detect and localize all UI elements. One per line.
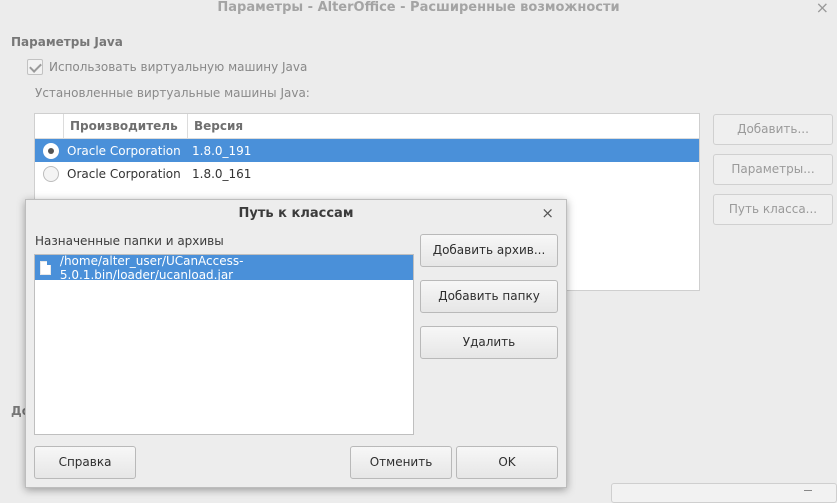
radio-button[interactable]	[43, 165, 59, 182]
jvm-vendor: Oracle Corporation	[67, 166, 181, 181]
installed-jvm-label: Установленные виртуальные машины Java:	[35, 86, 310, 100]
list-item[interactable]: /home/alter_user/UCanAccess-5.0.1.bin/lo…	[35, 253, 413, 282]
column-header-vendor[interactable]: Производитель	[63, 114, 188, 138]
jvm-table-header: Производитель Версия	[35, 114, 699, 139]
class-path-button[interactable]: Путь класса...	[713, 194, 833, 225]
remove-button[interactable]: Удалить	[420, 326, 558, 359]
file-icon	[40, 260, 51, 275]
radio-button[interactable]	[43, 142, 59, 159]
jvm-version: 1.8.0_191	[192, 143, 252, 158]
table-row[interactable]: Oracle Corporation 1.8.0_191	[35, 139, 699, 162]
help-button[interactable]: Справка	[34, 446, 136, 479]
jvm-parameters-button[interactable]: Параметры...	[713, 154, 833, 185]
window-title: Параметры - AlterOffice - Расширенные во…	[217, 0, 620, 15]
class-path-entry: /home/alter_user/UCanAccess-5.0.1.bin/lo…	[59, 253, 244, 282]
use-jvm-checkbox-row[interactable]: Использовать виртуальную машину Java	[27, 59, 307, 75]
use-jvm-label: Использовать виртуальную машину Java	[49, 60, 308, 74]
dialog-close-icon[interactable]: ×	[541, 204, 554, 222]
class-path-dialog: Путь к классам × Назначенные папки и арх…	[25, 199, 567, 488]
assigned-list-label: Назначенные папки и архивы	[35, 234, 224, 248]
use-jvm-checkbox[interactable]	[27, 59, 43, 75]
table-row[interactable]: Oracle Corporation 1.8.0_161	[35, 162, 699, 185]
add-folder-button[interactable]: Добавить папку	[420, 280, 558, 313]
dialog-title: Путь к классам	[238, 206, 354, 221]
bottom-control-fragment[interactable]	[611, 483, 837, 503]
add-jvm-button[interactable]: Добавить...	[713, 114, 833, 145]
class-path-list[interactable]: /home/alter_user/UCanAccess-5.0.1.bin/lo…	[34, 254, 414, 435]
window-close-icon[interactable]: ×	[816, 0, 829, 16]
jvm-vendor: Oracle Corporation	[67, 143, 181, 158]
column-header-version[interactable]: Версия	[188, 114, 243, 138]
cancel-button[interactable]: Отменить	[350, 446, 452, 479]
jvm-version: 1.8.0_161	[192, 166, 252, 181]
section-java-title: Параметры Java	[11, 35, 123, 49]
add-archive-button[interactable]: Добавить архив...	[420, 234, 558, 267]
ok-button[interactable]: OK	[456, 446, 558, 479]
